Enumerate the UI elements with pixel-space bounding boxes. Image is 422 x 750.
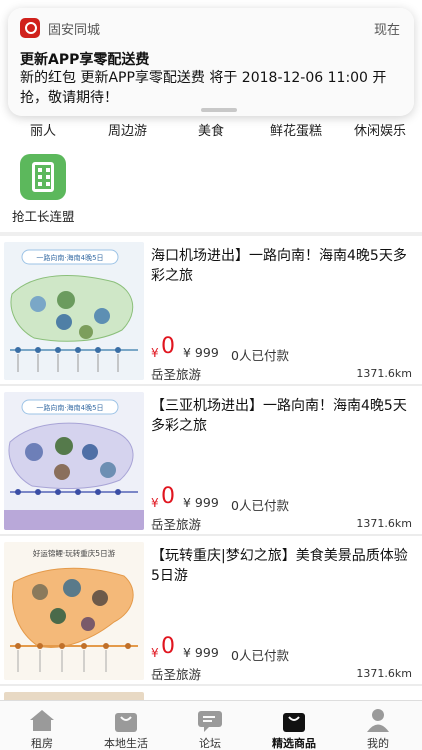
tab-profile[interactable]: 我的: [336, 701, 420, 750]
distance: 1371.6km: [356, 667, 412, 680]
bottom-tab-bar: 租房 本地生活 论坛 精选商品 我的: [0, 700, 422, 750]
tab-forum[interactable]: 论坛: [168, 701, 252, 750]
list-item[interactable]: 好运锦鲤·玩转重庆5日游 【玩转重庆|梦幻之旅】美食美景品质体验5日游 ¥ 0 …: [0, 536, 422, 686]
original-price: ¥ 999: [183, 495, 219, 510]
page: 丽人 周边游 美食 鲜花蛋糕 休闲娱乐 抢工长连盟 固安同城 现在 更新APP享…: [0, 0, 422, 750]
app-tile-builder-alliance[interactable]: 抢工长连盟: [12, 154, 75, 225]
app-logo-icon: [20, 18, 40, 38]
category-leisure[interactable]: 休闲娱乐: [354, 120, 406, 139]
category-nearby-travel[interactable]: 周边游: [108, 120, 147, 139]
currency-symbol: ¥: [151, 646, 159, 660]
paid-count: 0人已付款: [231, 498, 289, 513]
price-row: ¥ 0 ¥ 999 0人已付款: [151, 334, 415, 364]
product-list: 一路向南·海南4晚5日 海口机场进出】一路向南！海南4晚5天多彩之旅 ¥ 0 ¥…: [0, 236, 422, 726]
category-flowers-cake[interactable]: 鲜花蛋糕: [270, 120, 322, 139]
category-food[interactable]: 美食: [198, 120, 224, 139]
notification-header: 固安同城 现在: [20, 18, 400, 40]
price-value: 0: [161, 334, 175, 359]
building-icon: [20, 154, 66, 200]
thumbnail-caption: 好运锦鲤·玩转重庆5日游: [33, 548, 116, 558]
original-price: ¥ 999: [183, 345, 219, 360]
house-icon: [28, 707, 56, 733]
chat-icon: [196, 707, 224, 733]
shop-name: 岳圣旅游: [151, 517, 202, 532]
shop-name: 岳圣旅游: [151, 367, 202, 382]
paid-count: 0人已付款: [231, 648, 289, 663]
product-thumbnail: 一路向南·海南4晚5日: [4, 242, 144, 380]
product-thumbnail: 一路向南·海南4晚5日: [4, 392, 144, 530]
tab-label: 租房: [31, 737, 53, 750]
shop-name: 岳圣旅游: [151, 667, 202, 682]
tab-label: 论坛: [199, 737, 221, 750]
product-title: 【三亚机场进出】一路向南！海南4晚5天多彩之旅: [151, 398, 407, 434]
product-title: 【玩转重庆|梦幻之旅】美食美景品质体验5日游: [151, 548, 408, 584]
person-icon: [364, 707, 392, 733]
distance: 1371.6km: [356, 367, 412, 380]
bag-icon: [112, 707, 140, 733]
product-title: 海口机场进出】一路向南！海南4晚5天多彩之旅: [151, 248, 407, 284]
thumbnail-caption: 一路向南·海南4晚5日: [36, 253, 103, 262]
notification-time: 现在: [373, 23, 400, 38]
tab-featured-products[interactable]: 精选商品: [252, 701, 336, 750]
notification-title: 更新APP享零配送费: [20, 52, 150, 68]
list-item[interactable]: 一路向南·海南4晚5日 【三亚机场进出】一路向南！海南4晚5天多彩之旅 ¥ 0 …: [0, 386, 422, 536]
category-beauty[interactable]: 丽人: [30, 120, 56, 139]
list-item[interactable]: 一路向南·海南4晚5日 海口机场进出】一路向南！海南4晚5天多彩之旅 ¥ 0 ¥…: [0, 236, 422, 386]
paid-count: 0人已付款: [231, 348, 289, 363]
app-tile-label: 抢工长连盟: [12, 209, 75, 224]
category-row: 丽人 周边游 美食 鲜花蛋糕 休闲娱乐: [0, 120, 422, 142]
price-row: ¥ 0 ¥ 999 0人已付款: [151, 634, 415, 664]
notification-body: 新的红包 更新APP享零配送费 将于 2018-12-06 11:00 开抢，敬…: [20, 70, 387, 106]
currency-symbol: ¥: [151, 346, 159, 360]
tab-label: 本地生活: [104, 737, 148, 750]
currency-symbol: ¥: [151, 496, 159, 510]
notification-app-name: 固安同城: [48, 23, 101, 38]
price-value: 0: [161, 484, 175, 509]
price-value: 0: [161, 634, 175, 659]
shopping-bag-icon: [280, 707, 308, 733]
tab-label: 我的: [367, 737, 389, 750]
notification-drag-handle[interactable]: [201, 108, 237, 112]
price-row: ¥ 0 ¥ 999 0人已付款: [151, 484, 415, 514]
tab-label: 精选商品: [272, 737, 316, 750]
original-price: ¥ 999: [183, 645, 219, 660]
thumbnail-caption: 一路向南·海南4晚5日: [36, 403, 103, 412]
product-thumbnail: 好运锦鲤·玩转重庆5日游: [4, 542, 144, 680]
tab-local-life[interactable]: 本地生活: [84, 701, 168, 750]
push-notification[interactable]: 固安同城 现在 更新APP享零配送费 新的红包 更新APP享零配送费 将于 20…: [8, 8, 414, 116]
tab-rent[interactable]: 租房: [0, 701, 84, 750]
distance: 1371.6km: [356, 517, 412, 530]
